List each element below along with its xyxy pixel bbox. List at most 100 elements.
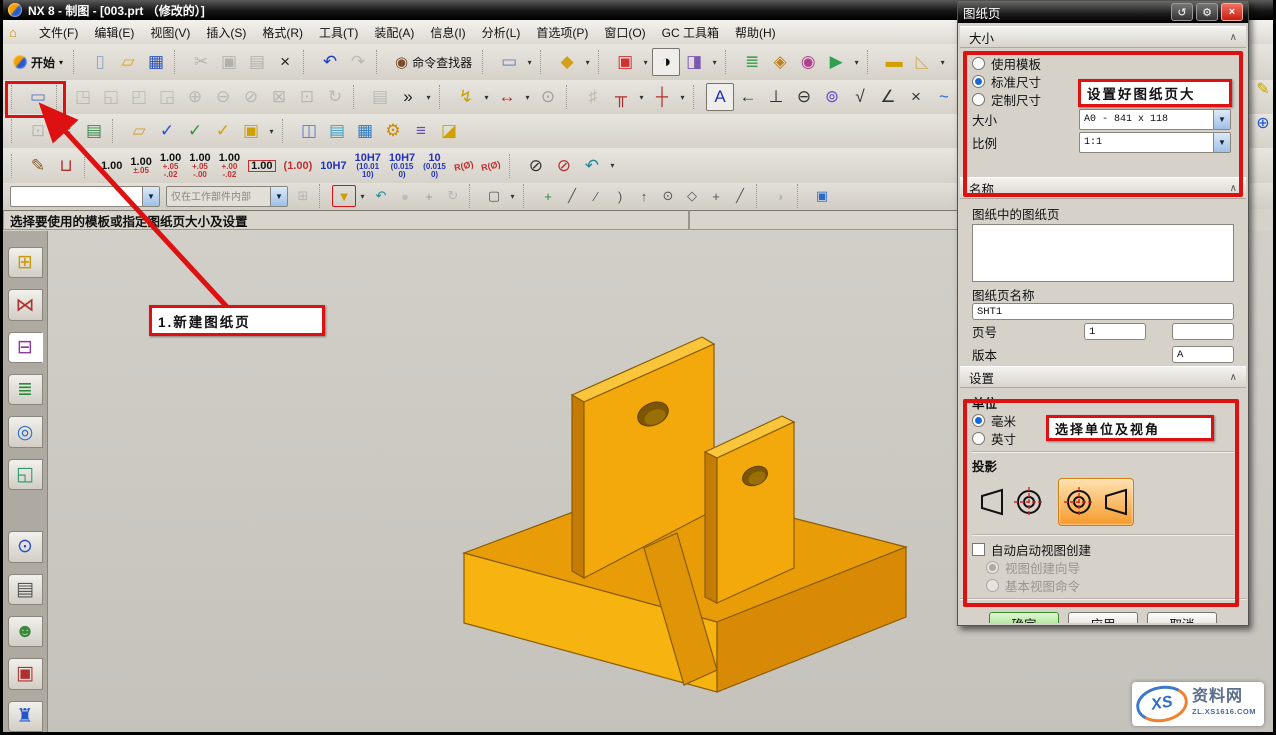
section-pattern-dropdown[interactable]: ▾ — [635, 83, 648, 111]
menu-item[interactable]: 格式(R) — [254, 23, 311, 43]
chevron-down-icon[interactable]: ▼ — [142, 187, 159, 206]
leader-button[interactable]: ← — [734, 83, 762, 111]
sphere-button[interactable]: ● — [393, 185, 417, 207]
ok-button[interactable]: 确定 — [989, 612, 1059, 623]
command-finder-button[interactable]: ◉ 命令查找器 — [389, 53, 478, 71]
third-angle-projection-button[interactable] — [1058, 478, 1134, 526]
scale-combo[interactable]: 1:1 ▼ — [1079, 132, 1231, 153]
style-brush-button[interactable]: ✎ — [24, 152, 52, 180]
size-mode-radio[interactable]: 使用模板 — [972, 54, 1234, 72]
selection-scope-combo[interactable]: 仅在工作部件内部 ▼ — [166, 186, 288, 207]
diameter-symbol-button[interactable]: ⊘ — [522, 152, 550, 180]
dialog-reset-icon[interactable]: ↺ — [1171, 3, 1193, 21]
menu-item[interactable]: 视图(V) — [142, 23, 198, 43]
cancel-button[interactable]: 取消 — [1147, 612, 1217, 623]
section-pattern-button[interactable]: ╥ — [607, 83, 635, 111]
return-style-button[interactable]: ↶ — [578, 152, 606, 180]
radial-leader-2[interactable]: R(Ø) — [477, 161, 505, 171]
snap-arrow-button[interactable]: ↑ — [632, 185, 656, 207]
snap-quadrant-button[interactable]: ◇ — [680, 185, 704, 207]
diameter-leader-button[interactable]: ⊘ — [550, 152, 578, 180]
menu-item[interactable]: 文件(F) — [31, 23, 86, 43]
constraint-navigator-tab[interactable]: ⋈ — [8, 289, 43, 320]
drafting-tools-button[interactable]: ⚙ — [379, 117, 407, 145]
layer-visible-in-view-button[interactable]: ▤ — [80, 117, 108, 145]
section-line-button[interactable]: ♯ — [579, 83, 607, 111]
dialog-close-icon[interactable]: × — [1221, 3, 1243, 21]
check-views-button[interactable]: ✓ — [209, 117, 237, 145]
tol-reference[interactable]: (1.00) — [280, 161, 317, 171]
reuse-library-tab[interactable]: ≣ — [8, 374, 43, 405]
first-angle-projection-button[interactable] — [974, 479, 1048, 525]
note-button[interactable]: A — [706, 83, 734, 111]
dialog-options-icon[interactable]: ⚙ — [1196, 3, 1218, 21]
angle-measure-button[interactable]: ◺ — [908, 48, 936, 76]
snap-endpoint-button[interactable]: ╱ — [560, 185, 584, 207]
page-number-input[interactable]: 1 — [1084, 323, 1146, 340]
snap-filter-button[interactable]: ▼ — [332, 185, 356, 207]
face-snap-button[interactable]: ◗ — [769, 185, 793, 207]
crosshatch-button[interactable]: × — [902, 83, 930, 111]
delete-button[interactable]: × — [271, 48, 299, 76]
sheet-list-box[interactable] — [972, 224, 1234, 282]
tol-symmetric[interactable]: 1.00 ±.05 — [126, 157, 155, 175]
rotate-button[interactable]: ↻ — [441, 185, 465, 207]
target-point-button[interactable]: ⊖ — [790, 83, 818, 111]
snap-angled-button[interactable]: ╱ — [728, 185, 752, 207]
feature-parameters-button[interactable]: ⊙ — [534, 83, 562, 111]
export-book-button[interactable]: ◨ — [680, 48, 708, 76]
save-button[interactable]: ▦ — [142, 48, 170, 76]
menu-item[interactable]: 帮助(H) — [727, 23, 784, 43]
view-wizard-button[interactable]: ◳ — [69, 83, 97, 111]
menu-item[interactable]: 编辑(E) — [86, 23, 142, 43]
view-dependent-edit-button[interactable]: ≈ — [52, 117, 80, 145]
type-filter-combo[interactable]: ▼ — [10, 186, 160, 207]
assembly-filter-button[interactable]: ⊞ — [291, 185, 315, 207]
menu-item[interactable]: 窗口(O) — [596, 23, 653, 43]
centerline-button[interactable]: ┼ — [648, 83, 676, 111]
roles-tab[interactable]: ☻ — [8, 616, 43, 647]
menu-item[interactable]: 装配(A) — [366, 23, 422, 43]
snap-center-button[interactable]: ⊙ — [656, 185, 680, 207]
chevron-down-icon[interactable]: ▼ — [1213, 110, 1230, 129]
standard-views-button[interactable]: ▤ — [366, 83, 394, 111]
system-scenes-tab[interactable]: ▣ — [8, 658, 43, 689]
fit-10-tol[interactable]: 10 (0.015 0) — [419, 153, 450, 179]
menu-item[interactable]: 首选项(P) — [528, 23, 596, 43]
apply-button[interactable]: 应用 — [1068, 612, 1138, 623]
fit-10h7[interactable]: 10H7 — [316, 161, 350, 171]
return-snap-button[interactable]: ↶ — [369, 185, 393, 207]
assembly-navigator-tab[interactable]: ⊞ — [8, 247, 43, 278]
hd3d-tools-tab[interactable]: ◱ — [8, 459, 43, 490]
undo-button[interactable]: ↶ — [316, 48, 344, 76]
info-dropdown[interactable]: ▾ — [581, 48, 594, 76]
settings-section-header[interactable]: 设置 ∧ — [960, 366, 1246, 388]
fit-10h7-limits[interactable]: 10H7 (10.01 10) — [351, 153, 385, 179]
autodimension-dropdown[interactable]: ▾ — [480, 83, 493, 111]
measure-dropdown[interactable]: ▾ — [936, 48, 949, 76]
breakout-section-button[interactable]: ⊡ — [293, 83, 321, 111]
rapid-dimension-dropdown[interactable]: ▾ — [521, 83, 534, 111]
collapse-icon[interactable]: ∧ — [1230, 372, 1237, 383]
redo-button[interactable]: ↷ — [344, 48, 372, 76]
snap-curve-button[interactable]: ) — [608, 185, 632, 207]
dialog-home-button[interactable]: ▭ — [495, 48, 523, 76]
close-window-button[interactable]: ▣ — [611, 48, 639, 76]
sheet-size-combo[interactable]: A0 - 841 x 118 ▼ — [1079, 109, 1231, 130]
name-section-header[interactable]: 名称 ∧ — [960, 177, 1246, 199]
update-views-button[interactable]: ↻ — [321, 83, 349, 111]
style-dropdown[interactable]: ▾ — [606, 152, 619, 180]
snap-intersection-button[interactable]: + — [704, 185, 728, 207]
process-studio-tab[interactable]: ▤ — [8, 574, 43, 605]
autodimension-button[interactable]: ↯ — [452, 83, 480, 111]
tol-boxed[interactable]: 1.00 — [244, 160, 279, 172]
part-navigator-tab[interactable]: ⊟ — [8, 332, 43, 363]
snap-filter-dropdown[interactable]: ▾ — [356, 185, 369, 207]
abc-cube-button[interactable]: ◪ — [435, 117, 463, 145]
tol-bilateral[interactable]: 1.00 +.05 -.02 — [156, 153, 185, 179]
section-view-button[interactable]: ⊕ — [181, 83, 209, 111]
animation-button[interactable]: ▶ — [822, 48, 850, 76]
paste-button[interactable]: ▤ — [243, 48, 271, 76]
shaded-display-button[interactable]: ◑ — [652, 48, 680, 76]
move-button[interactable]: + — [417, 185, 441, 207]
